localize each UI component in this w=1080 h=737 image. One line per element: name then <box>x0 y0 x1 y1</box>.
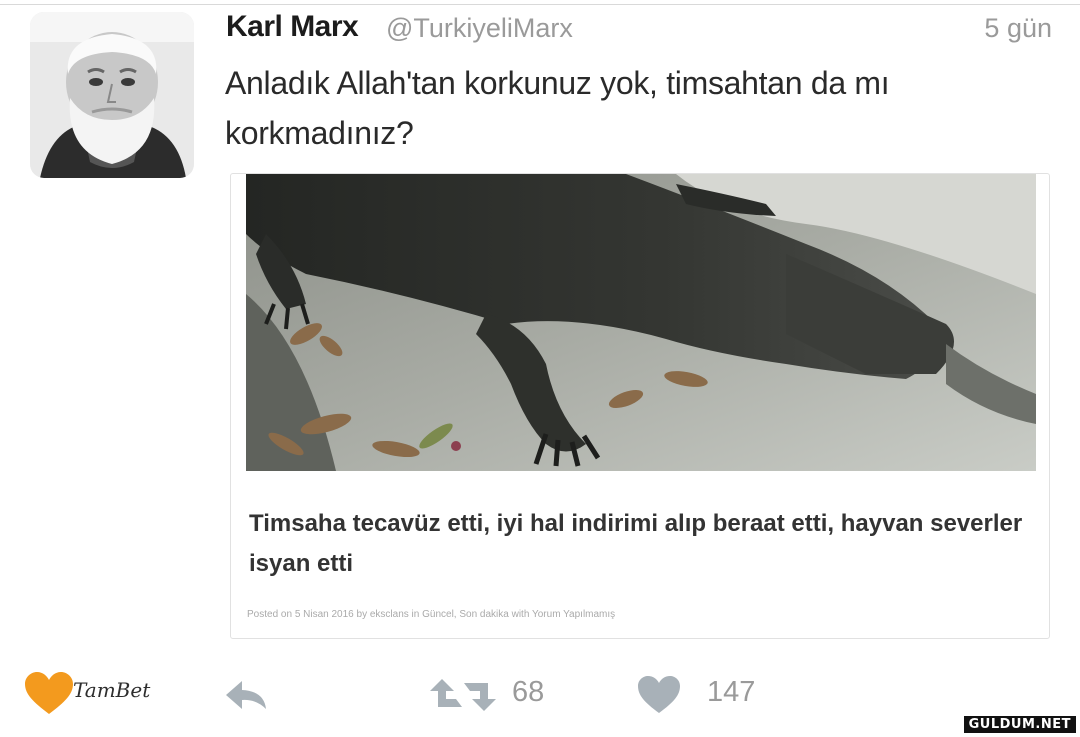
reply-icon <box>226 681 266 709</box>
heart-icon <box>638 676 680 713</box>
card-photo <box>246 174 1036 471</box>
avatar[interactable] <box>30 12 194 178</box>
like-button[interactable] <box>636 675 682 715</box>
card-meta: Posted on 5 Nisan 2016 by eksclans in Gü… <box>247 609 616 620</box>
author-name[interactable]: Karl Marx <box>226 10 359 44</box>
tweet-time[interactable]: 5 gün <box>984 13 1052 44</box>
author-handle[interactable]: @TurkiyeliMarx <box>386 13 573 44</box>
tweet-text: Anladık Allah'tan korkunuz yok, timsahta… <box>225 65 890 151</box>
top-divider <box>0 4 1080 5</box>
brand-text: TamBet <box>73 678 151 702</box>
heart-logo-icon <box>25 672 73 714</box>
retweet-count: 68 <box>512 676 545 708</box>
like-count: 147 <box>707 676 756 708</box>
card-headline[interactable]: Timsaha tecavüz etti, iyi hal indirimi a… <box>249 504 1029 584</box>
link-card[interactable]: Timsaha tecavüz etti, iyi hal indirimi a… <box>230 173 1050 639</box>
crocodile-photo-image <box>246 174 1036 471</box>
retweet-icon <box>430 679 496 711</box>
brand-logo: TamBet <box>25 672 165 716</box>
reply-button[interactable] <box>224 675 270 715</box>
watermark: GULDUM.NET <box>963 716 1076 733</box>
retweet-button[interactable] <box>428 675 498 715</box>
avatar-image <box>30 12 194 178</box>
